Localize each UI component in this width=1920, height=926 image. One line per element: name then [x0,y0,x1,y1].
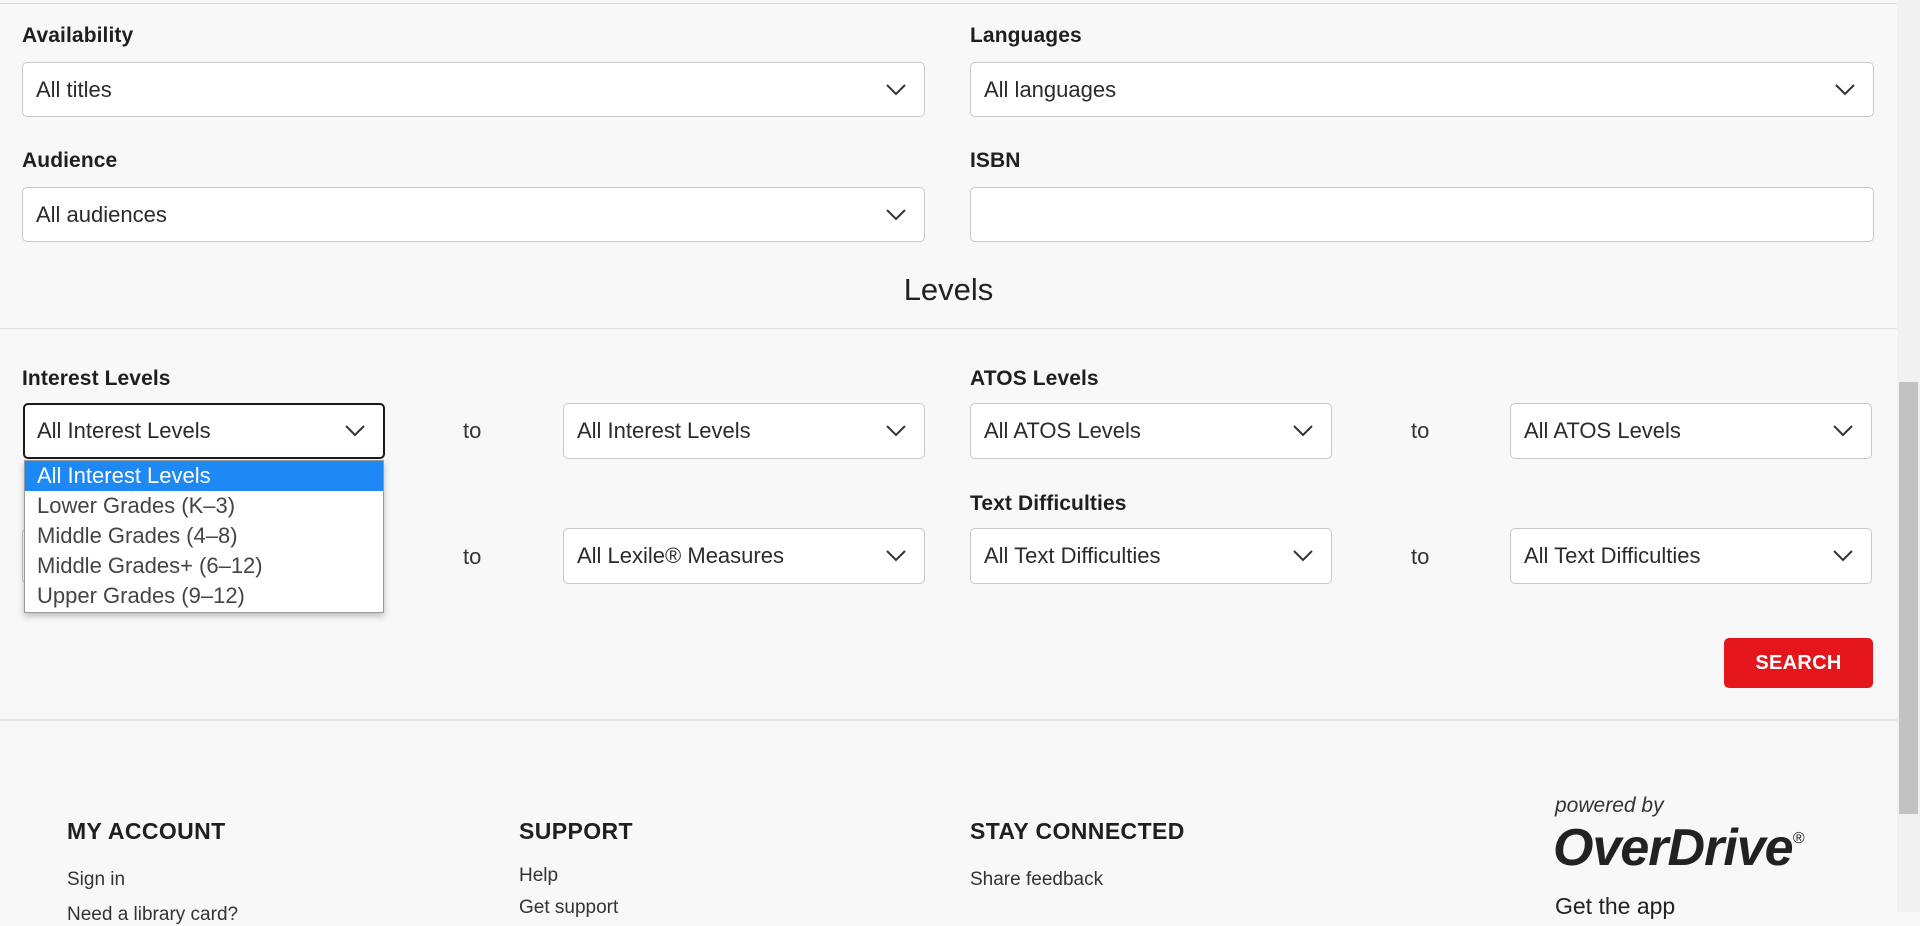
footer-divider [0,719,1897,721]
registered-mark: ® [1792,830,1805,847]
interest-to-select[interactable]: All Interest Levels [563,403,925,459]
chevron-down-icon [886,208,906,220]
interest-levels-label: Interest Levels [22,367,171,390]
footer-support-heading: SUPPORT [519,818,633,844]
help-link[interactable]: Help [519,865,558,887]
levels-title: Levels [903,272,994,307]
audience-select[interactable]: All audiences [22,187,925,242]
top-divider [0,0,1897,4]
atos-from-value: All ATOS Levels [984,418,1141,443]
overdrive-logo[interactable]: OverDrive® [1553,818,1805,878]
dropdown-option[interactable]: All Interest Levels [25,461,383,491]
powered-by-text: powered by [1555,794,1664,817]
text-difficulty-from-value: All Text Difficulties [984,543,1161,568]
scrollbar-thumb[interactable] [1899,382,1918,814]
share-feedback-link[interactable]: Share feedback [970,869,1103,891]
get-the-app-link[interactable]: Get the app [1555,893,1675,920]
footer-my-account-heading: MY ACCOUNT [67,818,226,844]
availability-select[interactable]: All titles [22,62,925,117]
chevron-down-icon [886,550,906,562]
chevron-down-icon [1833,425,1853,437]
lexile-to-word: to [463,544,482,569]
isbn-input[interactable] [970,187,1874,242]
chevron-down-icon [886,83,906,95]
audience-value: All audiences [36,201,167,227]
library-card-link[interactable]: Need a library card? [67,904,238,926]
text-difficulties-label: Text Difficulties [970,492,1127,515]
interest-from-select[interactable]: All Interest Levels [23,403,385,459]
overdrive-logo-text: OverDrive [1553,819,1794,877]
atos-from-select[interactable]: All ATOS Levels [970,403,1332,459]
dropdown-option[interactable]: Lower Grades (K–3) [25,491,383,521]
dropdown-option[interactable]: Middle Grades (4–8) [25,521,383,551]
languages-value: All languages [984,76,1117,102]
dropdown-option[interactable]: Upper Grades (9–12) [25,581,383,611]
chevron-down-icon [1293,425,1313,437]
footer-stay-connected-heading: STAY CONNECTED [970,818,1185,844]
isbn-label: ISBN [970,149,1021,172]
search-button[interactable]: SEARCH [1724,638,1873,688]
chevron-down-icon [345,425,365,437]
text-difficulty-to-select[interactable]: All Text Difficulties [1510,528,1872,584]
text-difficulty-from-select[interactable]: All Text Difficulties [970,528,1332,584]
chevron-down-icon [1833,550,1853,562]
dropdown-option[interactable]: Middle Grades+ (6–12) [25,551,383,581]
languages-label: Languages [970,24,1082,47]
audience-label: Audience [22,149,118,172]
interest-from-value: All Interest Levels [37,418,211,443]
lexile-to-value: All Lexile® Measures [577,543,784,568]
chevron-down-icon [1293,550,1313,562]
availability-value: All titles [36,76,112,102]
atos-to-word: to [1411,418,1430,443]
lexile-to-select[interactable]: All Lexile® Measures [563,528,925,584]
chevron-down-icon [886,425,906,437]
atos-to-select[interactable]: All ATOS Levels [1510,403,1872,459]
availability-label: Availability [22,24,134,47]
interest-levels-dropdown: All Interest Levels Lower Grades (K–3) M… [24,460,384,613]
chevron-down-icon [1835,83,1855,95]
atos-levels-label: ATOS Levels [970,367,1099,390]
interest-to-value: All Interest Levels [577,418,751,443]
text-difficulty-to-word: to [1411,544,1430,569]
interest-to-word: to [463,418,482,443]
sign-in-link[interactable]: Sign in [67,869,125,891]
atos-to-value: All ATOS Levels [1524,418,1681,443]
levels-divider [0,328,1897,329]
get-support-link[interactable]: Get support [519,897,618,919]
text-difficulty-to-value: All Text Difficulties [1524,543,1701,568]
languages-select[interactable]: All languages [970,62,1874,117]
